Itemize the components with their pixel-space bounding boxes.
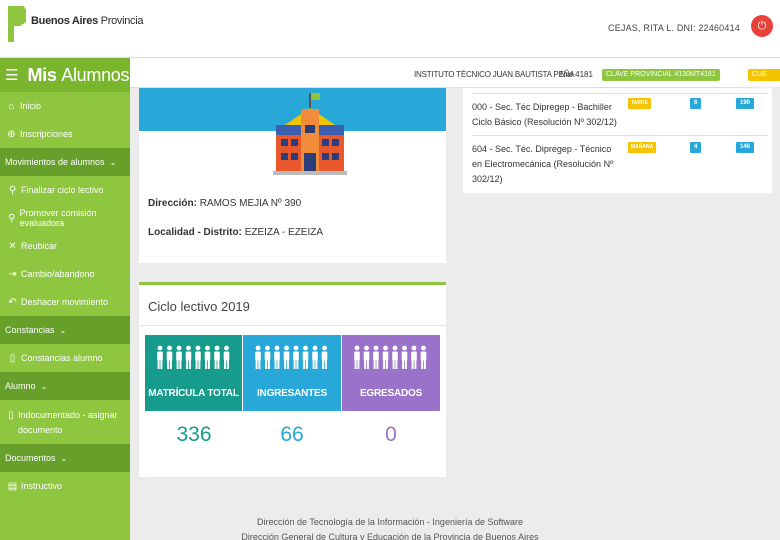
offer-description: 000 - Sec. Téc Dipregep - Bachiller Cicl… — [472, 102, 617, 127]
stat-value-egresados: 0 — [385, 423, 397, 446]
sidebar-item-indocumentado[interactable]: ▯ Indocumentado - asignar documento — [0, 400, 130, 444]
people-icon — [243, 345, 341, 371]
stat-egresados: EGRESADOS — [342, 335, 440, 411]
document-icon: ▯ — [9, 352, 16, 364]
pin-icon: ⚲ — [8, 212, 16, 224]
app-title: Mis Alumnos — [27, 64, 130, 85]
sidebar-item-reubicar[interactable]: ✕ Reubicar — [0, 232, 130, 260]
chevron-down-icon: ⌄ — [59, 325, 67, 335]
sidebar-section-documentos[interactable]: Documentos ⌄ — [0, 444, 130, 472]
exit-icon: ⇥ — [8, 268, 17, 280]
ciclo-lectivo-card: Ciclo lectivo 2019 MATRÍCULA TOTAL INGRE… — [139, 282, 446, 477]
sidebar-item-constancias-alumno[interactable]: ▯ Constancias alumno — [0, 344, 130, 372]
school-name: INSTITUTO TÉCNICO JUAN BAUTISTA PEÑA — [414, 70, 575, 79]
locality-line: Localidad - Distrito: EZEIZA - EZEIZA — [148, 227, 324, 238]
divider — [472, 93, 768, 94]
clave-badge: CLAVE PROVINCIAL 4130MT4181 — [602, 69, 720, 81]
sidebar-item-deshacer[interactable]: ↶ Deshacer movimiento — [0, 288, 130, 316]
school-building-icon — [273, 93, 347, 175]
students-badge: 190 — [736, 98, 755, 109]
chevron-down-icon: ⌄ — [109, 157, 117, 167]
sidebar-section-constancias[interactable]: Constancias ⌄ — [0, 316, 130, 344]
school-card: Dirección: RAMOS MEJIA Nº 390 Localidad … — [139, 88, 446, 263]
turn-badge: MAÑANA — [628, 142, 657, 153]
sidebar-section-movimientos[interactable]: Movimientos de alumnos ⌄ — [0, 148, 130, 176]
province-logo[interactable]: Buenos Aires Provincia — [6, 4, 144, 44]
stat-value-matricula: 336 — [176, 423, 212, 446]
people-icon — [342, 345, 440, 371]
ciclo-title: Ciclo lectivo 2019 — [148, 299, 250, 314]
logo-text: Buenos Aires Provincia — [31, 15, 144, 27]
home-icon: ⌂ — [8, 100, 15, 112]
turn-badge: TARDE — [628, 98, 651, 109]
sidebar-item-inscripciones[interactable]: ⊕ Inscripciones — [0, 120, 130, 148]
offers-card: 000 - Sec. Téc Dipregep - Bachiller Cicl… — [463, 88, 772, 193]
sections-badge: 6 — [690, 98, 702, 109]
cue-badge: CUE 061281600 — [748, 69, 780, 90]
stat-ingresantes: INGRESANTES — [243, 335, 341, 411]
book-icon: ▤ — [7, 480, 18, 492]
footer-line-1: Dirección de Tecnología de la Informació… — [257, 517, 523, 527]
user-name: CEJAS, RITA L. DNI: 22460414 — [608, 23, 740, 33]
shuffle-icon: ✕ — [8, 240, 17, 252]
undo-icon: ↶ — [8, 296, 17, 308]
chevron-down-icon: ⌄ — [40, 381, 48, 391]
logout-button[interactable]: ⏻ — [751, 15, 773, 37]
pin-icon: ⚲ — [8, 184, 17, 196]
document-icon: ▯ — [8, 410, 14, 421]
address-line: Dirección: RAMOS MEJIA Nº 390 — [148, 198, 302, 209]
people-icon — [145, 345, 242, 371]
sidebar-item-promover[interactable]: ⚲ Promover comisión evaluadora — [0, 204, 130, 232]
sidebar-item-finalizar[interactable]: ⚲ Finalizar ciclo lectivo — [0, 176, 130, 204]
stat-matricula: MATRÍCULA TOTAL — [145, 335, 242, 411]
school-number: Nro 4181 — [560, 70, 593, 79]
chevron-down-icon: ⌄ — [60, 453, 68, 463]
sidebar-section-alumno[interactable]: Alumno ⌄ — [0, 372, 130, 400]
add-circle-icon: ⊕ — [7, 128, 16, 140]
top-header: Buenos Aires Provincia CEJAS, RITA L. DN… — [0, 0, 780, 58]
sidebar-header: ☰ Mis Alumnos — [0, 58, 130, 92]
stat-label: EGRESADOS — [359, 388, 423, 399]
sidebar: ☰ Mis Alumnos ⌂ Inicio ⊕ Inscripciones Mov… — [0, 58, 130, 540]
divider — [472, 135, 768, 136]
province-map-icon — [8, 6, 26, 42]
divider — [139, 325, 446, 326]
offer-description: 604 - Sec. Téc. Dipregep - Técnico en El… — [472, 144, 614, 184]
stat-label: MATRÍCULA TOTAL — [148, 388, 239, 399]
stat-label: INGRESANTES — [256, 388, 328, 399]
sidebar-item-cambio[interactable]: ⇥ Cambio/abandono — [0, 260, 130, 288]
power-icon: ⏻ — [757, 20, 767, 32]
stat-value-ingresantes: 66 — [280, 423, 304, 446]
sidebar-item-instructivo[interactable]: ▤ Instructivo — [0, 472, 130, 500]
menu-icon[interactable]: ☰ — [5, 68, 18, 83]
sections-badge: 4 — [690, 142, 702, 153]
students-badge: 146 — [736, 142, 755, 153]
school-bar: INSTITUTO TÉCNICO JUAN BAUTISTA PEÑA Nro… — [130, 58, 780, 90]
footer-line-2: Dirección General de Cultura y Educación… — [241, 532, 539, 540]
sidebar-item-inicio[interactable]: ⌂ Inicio — [0, 92, 130, 120]
